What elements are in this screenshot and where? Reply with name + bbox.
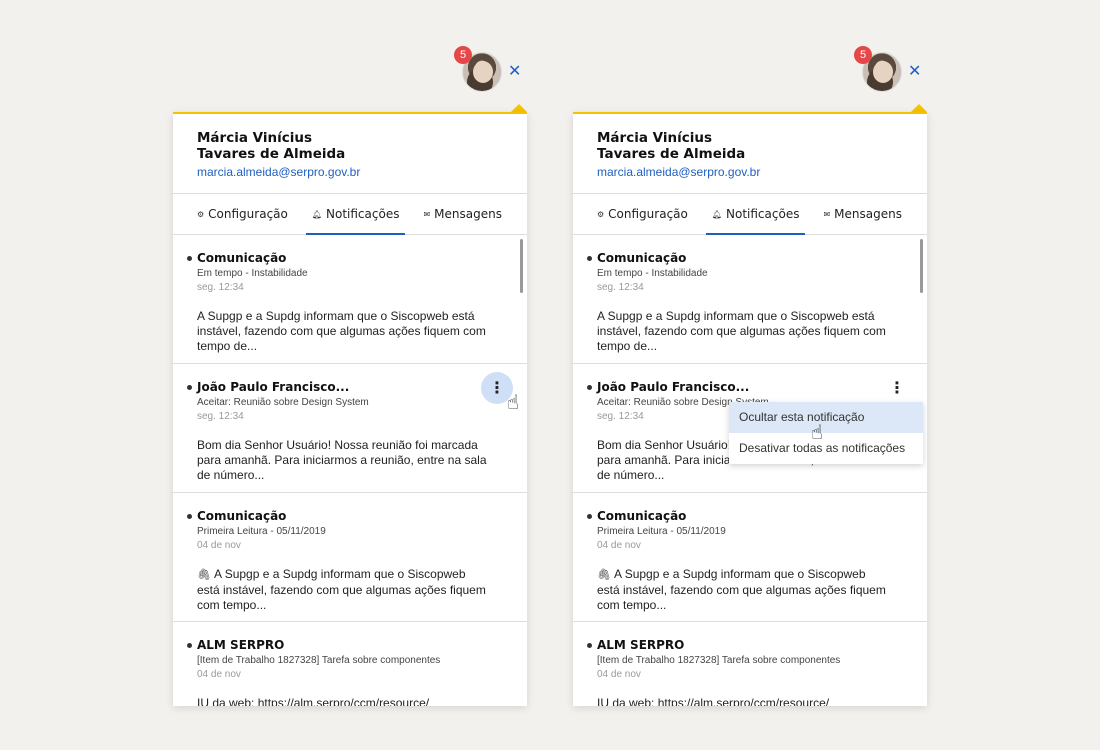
- tab-mensagens[interactable]: ✉ Mensagens: [411, 194, 514, 234]
- notification-body: A Supgp e a Supdg informam que o Siscopw…: [597, 309, 886, 353]
- tab-label: Configuração: [608, 207, 688, 221]
- user-name-line2: Tavares de Almeida: [597, 146, 746, 162]
- kebab-icon: ⋮: [489, 378, 505, 397]
- notification-title: Comunicação: [197, 251, 287, 265]
- envelope-icon: ✉: [423, 209, 431, 219]
- panel-caret: [911, 104, 927, 112]
- tab-configuracao[interactable]: ⚙ Configuração: [597, 194, 700, 234]
- user-header: Márcia Vinícius Tavares de Almeida marci…: [573, 114, 927, 194]
- avatar-right[interactable]: 5: [854, 46, 902, 92]
- unread-dot: [587, 256, 592, 261]
- close-icon[interactable]: ✕: [908, 62, 921, 80]
- notification-time: 04 de nov: [197, 540, 241, 551]
- unread-dot: [187, 256, 192, 261]
- notification-list[interactable]: Comunicação Em tempo - Instabilidade seg…: [173, 235, 527, 706]
- notification-subtitle: Aceitar: Reunião sobre Design System: [197, 397, 369, 408]
- notification-subtitle: Primeira Leitura - 05/11/2019: [197, 526, 326, 537]
- gear-icon: ⚙: [197, 209, 205, 219]
- notification-title: João Paulo Francisco...: [597, 380, 750, 394]
- notification-body: Bom dia Senhor Usuário! Nossa reunião fo…: [197, 438, 487, 482]
- notification-body: IU da web: https://alm.serpro/ccm/resour…: [197, 696, 430, 706]
- unread-dot: [187, 514, 192, 519]
- notification-body-wrap: 🖇 A Supgp e a Supdg informam que o Sisco…: [197, 567, 487, 613]
- tab-label: Configuração: [208, 207, 288, 221]
- notification-count-badge: 5: [854, 46, 872, 64]
- notification-item[interactable]: Comunicação Primeira Leitura - 05/11/201…: [573, 493, 927, 622]
- unread-dot: [187, 385, 192, 390]
- tab-configuracao[interactable]: ⚙ Configuração: [197, 194, 300, 234]
- panel-caret: [511, 104, 527, 112]
- pointer-hand-icon: ☝: [810, 420, 823, 444]
- hide-notification-option[interactable]: Ocultar esta notificação: [729, 402, 923, 433]
- more-options-button[interactable]: ⋮: [881, 372, 913, 404]
- notification-time: seg. 12:34: [597, 282, 644, 293]
- tab-notificacoes[interactable]: 🔔︎ Notificações: [300, 194, 412, 235]
- kebab-icon: ⋮: [889, 378, 905, 397]
- notification-title: ALM SERPRO: [597, 638, 685, 652]
- envelope-icon: ✉: [823, 209, 831, 219]
- avatar-left[interactable]: 5: [454, 46, 502, 92]
- user-header: Márcia Vinícius Tavares de Almeida marci…: [173, 114, 527, 194]
- tab-bar: ⚙ Configuração 🔔︎ Notificações ✉ Mensagens: [173, 194, 527, 235]
- notification-time: 04 de nov: [597, 669, 641, 680]
- notification-item[interactable]: João Paulo Francisco... Aceitar: Reunião…: [573, 364, 927, 493]
- user-name-line2: Tavares de Almeida: [197, 146, 346, 162]
- unread-dot: [587, 385, 592, 390]
- tab-label: Notificações: [726, 207, 800, 221]
- notification-body-wrap: 🖇 A Supgp e a Supdg informam que o Sisco…: [597, 567, 887, 613]
- notification-time: 04 de nov: [197, 669, 241, 680]
- notification-body: A Supgp e a Supdg informam que o Siscopw…: [597, 567, 886, 612]
- unread-dot: [587, 514, 592, 519]
- notification-title: Comunicação: [197, 509, 287, 523]
- notification-item[interactable]: João Paulo Francisco... Aceitar: Reunião…: [173, 364, 527, 493]
- tab-bar: ⚙ Configuração 🔔︎ Notificações ✉ Mensagens: [573, 194, 927, 235]
- notification-body: A Supgp e a Supdg informam que o Siscopw…: [197, 567, 486, 612]
- user-name-line1: Márcia Vinícius: [597, 130, 712, 146]
- notification-item[interactable]: ALM SERPRO [Item de Trabalho 1827328] Ta…: [173, 622, 527, 706]
- notification-time: 04 de nov: [597, 540, 641, 551]
- notification-subtitle: Em tempo - Instabilidade: [197, 268, 308, 279]
- tab-label: Mensagens: [434, 207, 502, 221]
- bell-icon: 🔔︎: [711, 209, 723, 219]
- bell-icon: 🔔︎: [311, 209, 323, 219]
- notification-subtitle: [Item de Trabalho 1827328] Tarefa sobre …: [197, 655, 441, 666]
- notification-body: IU da web: https://alm.serpro/ccm/resour…: [597, 696, 830, 706]
- notification-subtitle: Primeira Leitura - 05/11/2019: [597, 526, 726, 537]
- unread-dot: [187, 643, 192, 648]
- user-panel-right: Márcia Vinícius Tavares de Almeida marci…: [573, 112, 927, 706]
- unread-dot: [587, 643, 592, 648]
- notification-count-badge: 5: [454, 46, 472, 64]
- user-panel-left: Márcia Vinícius Tavares de Almeida marci…: [173, 112, 527, 706]
- disable-all-notifications-option[interactable]: Desativar todas as notificações: [729, 433, 923, 464]
- user-name-line1: Márcia Vinícius: [197, 130, 312, 146]
- pointer-hand-icon: ☝: [506, 390, 519, 414]
- gear-icon: ⚙: [597, 209, 605, 219]
- notification-item[interactable]: Comunicação Em tempo - Instabilidade seg…: [173, 235, 527, 364]
- notification-item[interactable]: Comunicação Em tempo - Instabilidade seg…: [573, 235, 927, 364]
- tab-label: Notificações: [326, 207, 400, 221]
- notification-subtitle: [Item de Trabalho 1827328] Tarefa sobre …: [597, 655, 841, 666]
- paperclip-icon: 🖇: [597, 569, 615, 581]
- tab-label: Mensagens: [834, 207, 902, 221]
- notification-time: seg. 12:34: [197, 411, 244, 422]
- notification-time: seg. 12:34: [197, 282, 244, 293]
- notification-context-menu: Ocultar esta notificação Desativar todas…: [729, 402, 923, 464]
- close-icon[interactable]: ✕: [508, 62, 521, 80]
- notification-item[interactable]: Comunicação Primeira Leitura - 05/11/201…: [173, 493, 527, 622]
- paperclip-icon: 🖇: [197, 569, 215, 581]
- user-email[interactable]: marcia.almeida@serpro.gov.br: [597, 165, 903, 179]
- notification-body: A Supgp e a Supdg informam que o Siscopw…: [197, 309, 486, 353]
- notification-title: Comunicação: [597, 509, 687, 523]
- notification-item[interactable]: ALM SERPRO [Item de Trabalho 1827328] Ta…: [573, 622, 927, 706]
- notification-title: ALM SERPRO: [197, 638, 285, 652]
- notification-list[interactable]: Comunicação Em tempo - Instabilidade seg…: [573, 235, 927, 706]
- notification-subtitle: Em tempo - Instabilidade: [597, 268, 708, 279]
- notification-title: João Paulo Francisco...: [197, 380, 350, 394]
- user-email[interactable]: marcia.almeida@serpro.gov.br: [197, 165, 503, 179]
- notification-title: Comunicação: [597, 251, 687, 265]
- tab-notificacoes[interactable]: 🔔︎ Notificações: [700, 194, 812, 235]
- tab-mensagens[interactable]: ✉ Mensagens: [811, 194, 914, 234]
